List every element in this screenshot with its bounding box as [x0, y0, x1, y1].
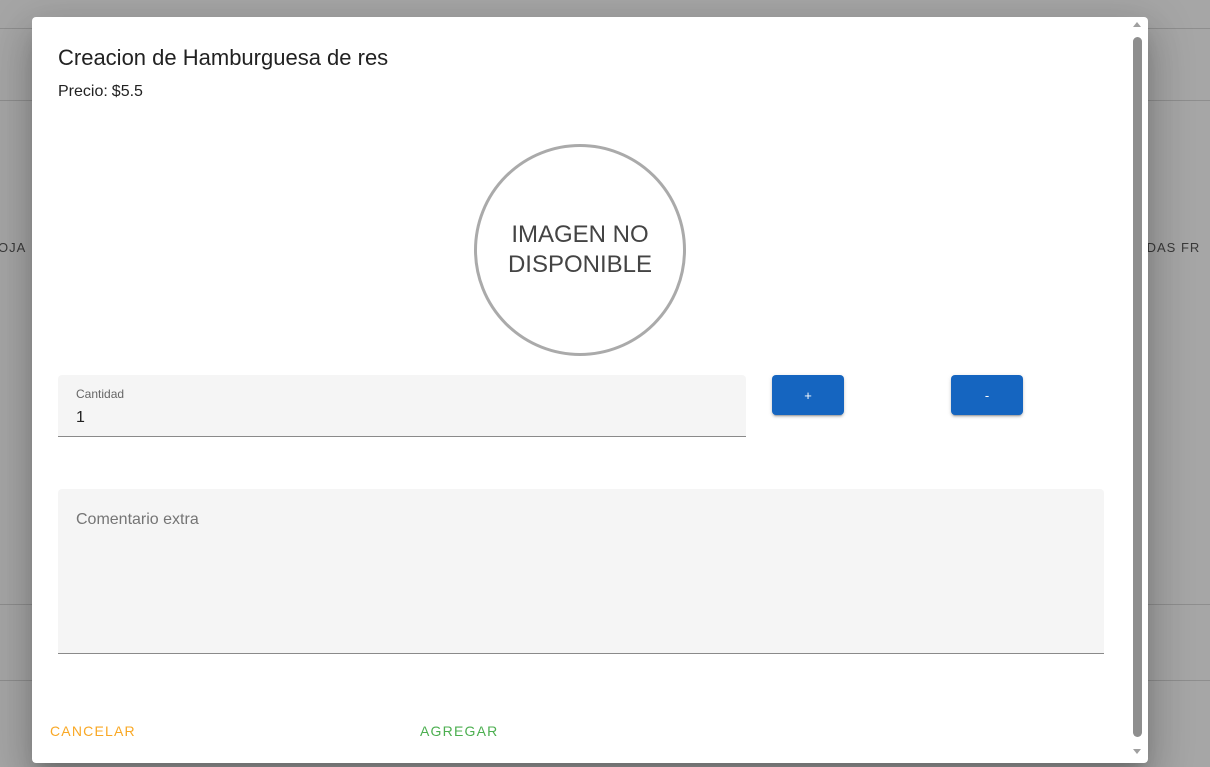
background-tab-left: OJA: [0, 240, 27, 255]
price-label: Precio:: [58, 83, 108, 100]
quantity-input[interactable]: [76, 409, 376, 427]
dialog-title: Creacion de Hamburguesa de res: [58, 45, 389, 70]
price-line: Precio: $5.5: [58, 83, 143, 101]
add-button[interactable]: AGREGAR: [420, 723, 498, 739]
cancel-button[interactable]: CANCELAR: [50, 723, 136, 739]
decrement-button[interactable]: -: [951, 375, 1023, 415]
price-value: $5.5: [111, 83, 143, 100]
quantity-label: Cantidad: [76, 387, 125, 401]
increment-button[interactable]: +: [772, 375, 844, 415]
background-tab-right: IDAS FR: [1142, 240, 1201, 255]
image-placeholder: IMAGEN NO DISPONIBLE: [474, 144, 686, 356]
comment-textarea[interactable]: [76, 511, 1076, 631]
quantity-field: Cantidad: [58, 375, 746, 437]
image-placeholder-line1: IMAGEN NO: [511, 221, 649, 248]
scroll-thumb[interactable]: [1133, 37, 1142, 737]
scroll-up-arrow-icon[interactable]: [1133, 22, 1141, 27]
dialog-scrollbar[interactable]: [1130, 17, 1144, 763]
image-placeholder-text: IMAGEN NO DISPONIBLE: [508, 220, 652, 280]
image-placeholder-line2: DISPONIBLE: [507, 251, 653, 278]
create-item-dialog: Creacion de Hamburguesa de res Precio: $5…: [32, 17, 1148, 763]
comment-field: [58, 489, 1104, 654]
scroll-down-arrow-icon[interactable]: [1133, 749, 1141, 754]
